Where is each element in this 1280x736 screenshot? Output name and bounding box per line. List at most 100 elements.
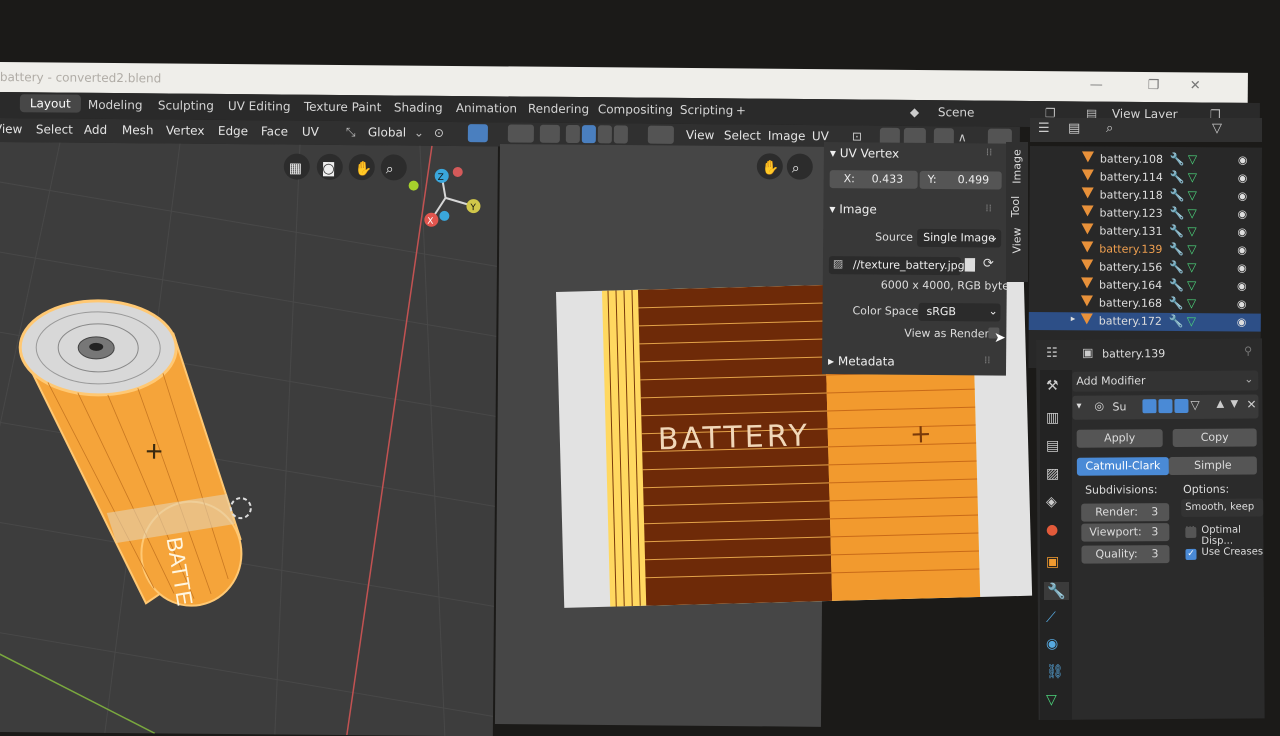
optimal-display-checkbox[interactable] (1185, 526, 1197, 538)
copy-button[interactable]: Copy (1172, 428, 1257, 448)
collapse-arrow-icon[interactable]: ▾ (1076, 401, 1081, 412)
filter-icon[interactable]: ▽ (1212, 121, 1222, 136)
simple-button[interactable]: Simple (1168, 456, 1257, 476)
visibility-eye-icon[interactable]: ◉ (1237, 207, 1247, 220)
reload-icon[interactable]: ⟳ (983, 256, 994, 271)
menu-select[interactable]: Select (36, 122, 73, 136)
outliner-item-selected[interactable]: ▸ battery.172 🔧 ▽ ◉ (1028, 311, 1261, 332)
uv-hand-pan-icon[interactable]: ✋ (762, 159, 780, 176)
mesh-data-icon[interactable]: ▽ (1187, 296, 1196, 310)
modifier-wrench-icon[interactable]: 🔧 (1169, 278, 1184, 292)
outliner-item[interactable]: battery.168 🔧 ▽ ◉ (1029, 294, 1261, 314)
metadata-panel-header[interactable]: ▸ Metadata (828, 354, 895, 369)
outliner-item[interactable]: battery.118 🔧 ▽ ◉ (1030, 186, 1262, 206)
menu-face[interactable]: Face (261, 124, 288, 138)
tab-compositing[interactable]: Compositing (598, 102, 673, 117)
outliner-item[interactable]: battery.156 🔧 ▽ ◉ (1029, 258, 1261, 278)
3d-viewport[interactable]: BATTE + ▦ ◙ ✋ ⌕ Z Y X (0, 142, 498, 736)
outliner-item-active[interactable]: battery.139 🔧 ▽ ◉ (1029, 240, 1261, 260)
mesh-data-icon[interactable]: ▽ (1187, 242, 1196, 256)
outliner-type-icon[interactable]: ☰ (1038, 121, 1050, 136)
uv-y-field[interactable]: Y: 0.499 (919, 170, 1002, 190)
outliner-item[interactable]: battery.164 🔧 ▽ ◉ (1029, 276, 1261, 296)
pivot-icon[interactable]: ⊙ (434, 126, 444, 140)
use-creases-checkbox[interactable]: ✓ (1185, 548, 1197, 560)
maximize-icon[interactable]: ❐ (1148, 78, 1160, 93)
uv-x-field[interactable]: X: 0.433 (829, 170, 918, 189)
tab-animation[interactable]: Animation (456, 101, 517, 116)
visibility-eye-icon[interactable]: ◉ (1237, 225, 1247, 238)
scene-tab-icon[interactable]: ◈ (1046, 494, 1057, 510)
modifier-wrench-icon[interactable]: 🔧 (1169, 314, 1184, 328)
open-file-icon[interactable]: ▇ (965, 257, 975, 272)
tab-image[interactable]: Image (1011, 149, 1024, 183)
world-tab-icon[interactable]: ● (1046, 522, 1058, 538)
mesh-data-icon[interactable]: ▽ (1187, 206, 1196, 220)
modifier-name-field[interactable]: Su (1112, 400, 1126, 413)
color-space-dropdown[interactable]: sRGB ⌄ (918, 302, 1001, 322)
modifier-wrench-icon[interactable]: 🔧 (1169, 206, 1184, 220)
visibility-eye-icon[interactable]: ◉ (1238, 153, 1248, 166)
menu-add[interactable]: Add (84, 123, 107, 137)
uv-menu-select[interactable]: Select (724, 128, 761, 142)
modifier-wrench-icon[interactable]: 🔧 (1169, 224, 1184, 238)
hand-pan-icon[interactable]: ✋ (355, 160, 373, 177)
catmull-clark-button[interactable]: Catmull-Clark (1076, 457, 1169, 476)
outliner-item[interactable]: battery.131 🔧 ▽ ◉ (1029, 222, 1261, 242)
viewport-levels-field[interactable]: Viewport: 3 (1081, 523, 1170, 542)
modifier-wrench-icon[interactable]: 🔧 (1169, 296, 1184, 310)
uv-editor-type-button[interactable] (507, 124, 534, 143)
constraints-tab-icon[interactable]: ⛓ (1046, 664, 1064, 680)
tab-texture-paint[interactable]: Texture Paint (304, 100, 382, 115)
close-icon[interactable]: ✕ (1190, 78, 1201, 93)
uv-menu-image[interactable]: Image (768, 129, 806, 143)
camera-icon[interactable]: ◙ (322, 161, 336, 177)
tab-sculpting[interactable]: Sculpting (158, 98, 214, 112)
particles-tab-icon[interactable]: ⟋ (1046, 610, 1056, 626)
pin-icon[interactable]: ⚲ (1244, 344, 1252, 357)
source-dropdown[interactable]: Single Image ⌄ (917, 228, 1002, 248)
uv-zoom-icon[interactable]: ⌕ (792, 161, 800, 177)
outliner-item[interactable]: battery.108 🔧 ▽ ◉ (1030, 150, 1262, 170)
menu-mesh[interactable]: Mesh (122, 123, 154, 137)
remove-modifier-icon[interactable]: ✕ (1246, 397, 1256, 411)
menu-edge[interactable]: Edge (218, 124, 248, 138)
viewport-canvas[interactable]: BATTE + ▦ ◙ ✋ ⌕ Z Y X (0, 142, 498, 736)
mesh-data-icon[interactable]: ▽ (1188, 152, 1197, 166)
modifier-wrench-icon[interactable]: 🔧 (1170, 152, 1185, 166)
visibility-eye-icon[interactable]: ◉ (1237, 279, 1247, 292)
output-tab-icon[interactable]: ▤ (1046, 438, 1059, 454)
zoom-icon[interactable]: ⌕ (386, 161, 394, 177)
display-mode-icon[interactable]: ▤ (1068, 121, 1080, 136)
island-select-icon[interactable] (613, 125, 628, 144)
edge-select-icon[interactable] (581, 125, 596, 144)
tab-view[interactable]: View (1011, 227, 1024, 253)
transform-orientation-dropdown[interactable]: Global (368, 125, 406, 139)
mesh-data-icon[interactable]: ▽ (1188, 170, 1197, 184)
apply-button[interactable]: Apply (1076, 429, 1163, 448)
camera-render-toggle-icon[interactable] (1142, 399, 1157, 414)
render-levels-field[interactable]: Render: 3 (1081, 503, 1170, 522)
tab-uv-editing[interactable]: UV Editing (228, 99, 291, 114)
battery-mesh[interactable]: BATTE + (18, 299, 244, 608)
outliner-item[interactable]: battery.123 🔧 ▽ ◉ (1029, 204, 1261, 224)
data-tab-icon[interactable]: ▽ (1046, 692, 1057, 708)
face-select-icon[interactable] (597, 125, 612, 144)
tab-modeling[interactable]: Modeling (88, 98, 143, 112)
sticky-select-icon[interactable] (647, 125, 674, 144)
modifier-wrench-icon[interactable]: 🔧 (1170, 188, 1185, 202)
uv-menu-view[interactable]: View (686, 128, 715, 142)
editmode-toggle-icon[interactable] (1174, 398, 1189, 414)
mesh-data-icon[interactable]: ▽ (1187, 278, 1196, 292)
object-tab-icon[interactable]: ▣ (1046, 554, 1059, 570)
tab-layout[interactable]: Layout (19, 94, 81, 113)
view-layer-tab-icon[interactable]: ▨ (1046, 466, 1059, 482)
3d-cursor[interactable] (229, 497, 252, 520)
uv-cursor-icon[interactable]: + (909, 419, 932, 450)
outliner-item[interactable]: battery.114 🔧 ▽ ◉ (1030, 168, 1262, 188)
uv-smooth-dropdown[interactable]: Smooth, keep ... (1181, 498, 1264, 531)
viewport-display-toggle-icon[interactable] (1158, 399, 1173, 414)
outliner-search-icon[interactable]: ⌕ (1106, 121, 1113, 136)
visibility-eye-icon[interactable]: ◉ (1237, 315, 1247, 328)
expand-arrow-icon[interactable]: ▸ (1071, 314, 1076, 324)
